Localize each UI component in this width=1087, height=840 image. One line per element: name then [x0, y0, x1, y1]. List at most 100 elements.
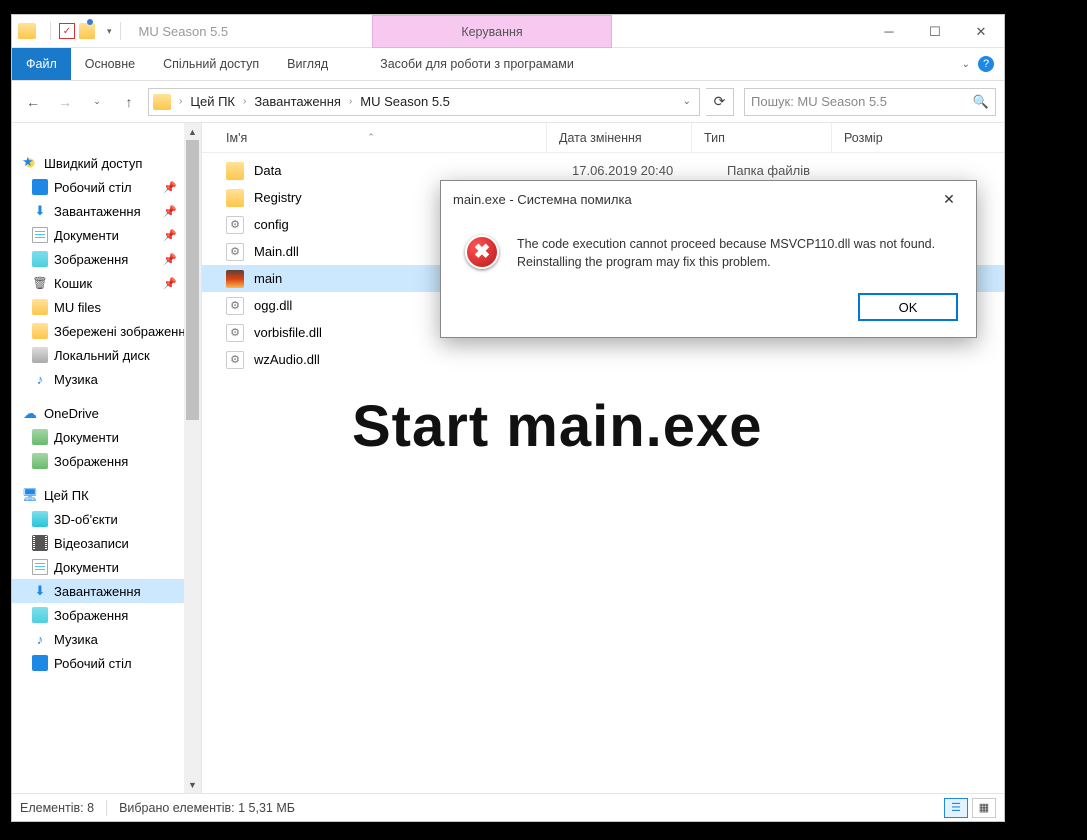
- window-title: MU Season 5.5: [139, 24, 229, 39]
- desktop-icon: [32, 179, 48, 195]
- separator: [120, 22, 121, 40]
- view-large-icons-button[interactable]: ▦: [972, 798, 996, 818]
- gear-icon: ⚙: [226, 324, 244, 342]
- column-name[interactable]: Ім'я⌃: [226, 131, 546, 145]
- dialog-close-button[interactable]: ✕: [934, 187, 964, 211]
- sidebar-local-disk[interactable]: Локальний диск: [12, 343, 201, 367]
- address-dropdown-icon[interactable]: ⌄: [683, 96, 691, 107]
- picture-icon: [32, 251, 48, 267]
- cloud-icon: ☁: [22, 405, 38, 421]
- sidebar-saved-images[interactable]: Збережені зображення: [12, 319, 201, 343]
- refresh-button[interactable]: ⟳: [706, 88, 734, 116]
- sidebar-desktop[interactable]: Робочий стіл📌: [12, 175, 201, 199]
- sidebar-pc-pictures[interactable]: Зображення: [12, 603, 201, 627]
- search-input[interactable]: Пошук: MU Season 5.5 🔍: [744, 88, 996, 116]
- qa-dropdown-icon[interactable]: ▾: [107, 26, 112, 37]
- sidebar-od-documents[interactable]: Документи: [12, 425, 201, 449]
- sidebar-recycle[interactable]: 🗑Кошик📌: [12, 271, 201, 295]
- titlebar[interactable]: ✓ ▾ MU Season 5.5 Керування ─ ☐ ✕: [12, 15, 1004, 48]
- column-type[interactable]: Тип: [691, 123, 831, 152]
- column-date[interactable]: Дата змінення: [546, 123, 691, 152]
- status-selection: Вибрано елементів: 1 5,31 МБ: [119, 801, 295, 815]
- sidebar-music[interactable]: ♪Музика: [12, 367, 201, 391]
- sidebar-3d-objects[interactable]: 3D-об'єкти: [12, 507, 201, 531]
- dialog-titlebar[interactable]: main.exe - Системна помилка ✕: [441, 181, 976, 217]
- dialog-title: main.exe - Системна помилка: [453, 192, 632, 207]
- error-icon: ✖: [465, 235, 499, 269]
- manage-contextual-tab[interactable]: Керування: [372, 15, 612, 48]
- file-name: Data: [254, 163, 554, 178]
- chevron-right-icon[interactable]: ›: [347, 96, 354, 107]
- column-size[interactable]: Розмір: [831, 123, 971, 152]
- gear-icon: ⚙: [226, 216, 244, 234]
- sidebar-pc-downloads[interactable]: ⬇Завантаження: [12, 579, 201, 603]
- file-name: wzAudio.dll: [254, 352, 554, 367]
- sidebar-pc-desktop[interactable]: Робочий стіл: [12, 651, 201, 675]
- separator: [106, 800, 107, 816]
- sidebar-scrollbar[interactable]: ▲ ▼: [184, 123, 201, 793]
- pin-icon: 📌: [163, 181, 177, 194]
- ribbon-tab-view[interactable]: Вигляд: [273, 48, 342, 80]
- music-icon: ♪: [32, 371, 48, 387]
- qa-properties-icon[interactable]: ✓: [59, 23, 75, 39]
- sidebar-pictures[interactable]: Зображення📌: [12, 247, 201, 271]
- sidebar-mufiles[interactable]: MU files: [12, 295, 201, 319]
- breadcrumb-segment[interactable]: Цей ПК: [188, 94, 237, 109]
- help-icon[interactable]: ?: [978, 56, 994, 72]
- error-dialog: main.exe - Системна помилка ✕ ✖ The code…: [440, 180, 977, 338]
- back-button[interactable]: ←: [20, 89, 46, 115]
- ribbon-tab-share[interactable]: Спільний доступ: [149, 48, 273, 80]
- ribbon-tab-file[interactable]: Файл: [12, 48, 71, 80]
- document-icon: [32, 559, 48, 575]
- close-button[interactable]: ✕: [958, 15, 1004, 48]
- up-button[interactable]: ↑: [116, 89, 142, 115]
- gear-icon: ⚙: [226, 351, 244, 369]
- dialog-message: The code execution cannot proceed becaus…: [517, 235, 958, 271]
- sidebar-quick-access[interactable]: Швидкий доступ: [12, 151, 201, 175]
- sidebar-onedrive[interactable]: ☁OneDrive: [12, 401, 201, 425]
- sidebar-pc-music[interactable]: ♪Музика: [12, 627, 201, 651]
- star-icon: [22, 155, 38, 171]
- status-item-count: Елементів: 8: [20, 801, 94, 815]
- breadcrumb-segment[interactable]: MU Season 5.5: [358, 94, 452, 109]
- search-icon[interactable]: 🔍: [973, 94, 989, 110]
- file-row[interactable]: ⚙ wzAudio.dll: [202, 346, 1004, 373]
- qa-newfolder-icon[interactable]: [79, 23, 95, 39]
- cube-icon: [32, 511, 48, 527]
- maximize-button[interactable]: ☐: [912, 15, 958, 48]
- ribbon-tabs: Файл Основне Спільний доступ Вигляд Засо…: [12, 48, 1004, 81]
- pin-icon: 📌: [163, 253, 177, 266]
- navigation-pane: Швидкий доступ Робочий стіл📌 ⬇Завантажен…: [12, 123, 202, 793]
- sidebar-downloads[interactable]: ⬇Завантаження📌: [12, 199, 201, 223]
- view-details-button[interactable]: ☰: [944, 798, 968, 818]
- sidebar-documents[interactable]: Документи📌: [12, 223, 201, 247]
- sidebar-od-pictures[interactable]: Зображення: [12, 449, 201, 473]
- minimize-button[interactable]: ─: [866, 15, 912, 48]
- download-icon: ⬇: [32, 203, 48, 219]
- ok-button[interactable]: OK: [858, 293, 958, 321]
- navigation-bar: ← → ⌄ ↑ › Цей ПК › Завантаження › MU Sea…: [12, 81, 1004, 123]
- gear-icon: ⚙: [226, 243, 244, 261]
- chevron-right-icon[interactable]: ›: [241, 96, 248, 107]
- ribbon-expand-icon[interactable]: ⌄: [962, 59, 970, 70]
- sidebar-videos[interactable]: Відеозаписи: [12, 531, 201, 555]
- scroll-up-icon[interactable]: ▲: [184, 123, 201, 140]
- forward-button[interactable]: →: [52, 89, 78, 115]
- pin-icon: 📌: [163, 205, 177, 218]
- ribbon-tab-home[interactable]: Основне: [71, 48, 149, 80]
- scroll-down-icon[interactable]: ▼: [184, 776, 201, 793]
- search-placeholder: Пошук: MU Season 5.5: [751, 94, 887, 109]
- chevron-right-icon[interactable]: ›: [177, 96, 184, 107]
- history-dropdown-icon[interactable]: ⌄: [84, 89, 110, 115]
- sidebar-pc-documents[interactable]: Документи: [12, 555, 201, 579]
- picture-icon: [32, 607, 48, 623]
- folder-icon: [32, 429, 48, 445]
- address-bar[interactable]: › Цей ПК › Завантаження › MU Season 5.5 …: [148, 88, 700, 116]
- scroll-thumb[interactable]: [186, 140, 199, 420]
- ribbon-tab-programs[interactable]: Засоби для роботи з програмами: [366, 48, 588, 80]
- trash-icon: 🗑: [32, 275, 48, 291]
- sidebar-this-pc[interactable]: 🖥Цей ПК: [12, 483, 201, 507]
- status-bar: Елементів: 8 Вибрано елементів: 1 5,31 М…: [12, 793, 1004, 821]
- breadcrumb-segment[interactable]: Завантаження: [252, 94, 343, 109]
- document-icon: [32, 227, 48, 243]
